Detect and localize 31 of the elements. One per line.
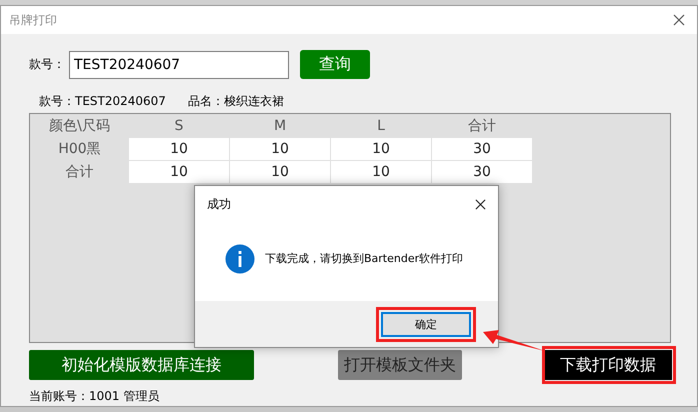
ok-button[interactable]: 确定: [381, 312, 471, 336]
info-icon: [225, 244, 255, 274]
table-cell: 10: [331, 138, 431, 160]
action-button[interactable]: 打开模板文件夹: [338, 350, 462, 380]
window-title: 吊牌打印: [9, 12, 57, 28]
table-cell: 10: [331, 161, 431, 183]
info-text: 款号：TEST20240607: [39, 93, 166, 110]
status-text: 当前账号：1001 管理员: [29, 388, 160, 405]
action-button[interactable]: 初始化模版数据库连接: [29, 350, 254, 380]
row-header: H00黑: [57, 140, 102, 159]
info-text: 品名：梭织连衣裙: [188, 93, 284, 110]
dialog-message: 下载完成，请切换到Bartender软件打印: [265, 251, 464, 266]
table-cell: 30: [432, 138, 532, 160]
column-header: S: [174, 117, 184, 136]
table-cell: 10: [230, 161, 330, 183]
column-header: 合计: [467, 117, 497, 136]
table-cell: 10: [230, 138, 330, 160]
column-header: L: [376, 117, 386, 136]
action-button[interactable]: 下载打印数据: [544, 350, 672, 380]
table-cell: 10: [129, 161, 229, 183]
table-cell: 10: [129, 138, 229, 160]
table-cell: 30: [432, 161, 532, 183]
close-icon[interactable]: [673, 14, 685, 26]
row-header: 合计: [64, 163, 94, 182]
dialog-title: 成功: [207, 196, 231, 212]
field-label: 款号：: [29, 56, 65, 73]
style-number-field[interactable]: TEST20240607: [69, 50, 289, 78]
close-icon[interactable]: [475, 198, 486, 210]
column-header: M: [272, 117, 288, 136]
column-header: 颜色\尺码: [48, 117, 111, 136]
query-button[interactable]: 查询: [300, 50, 370, 79]
